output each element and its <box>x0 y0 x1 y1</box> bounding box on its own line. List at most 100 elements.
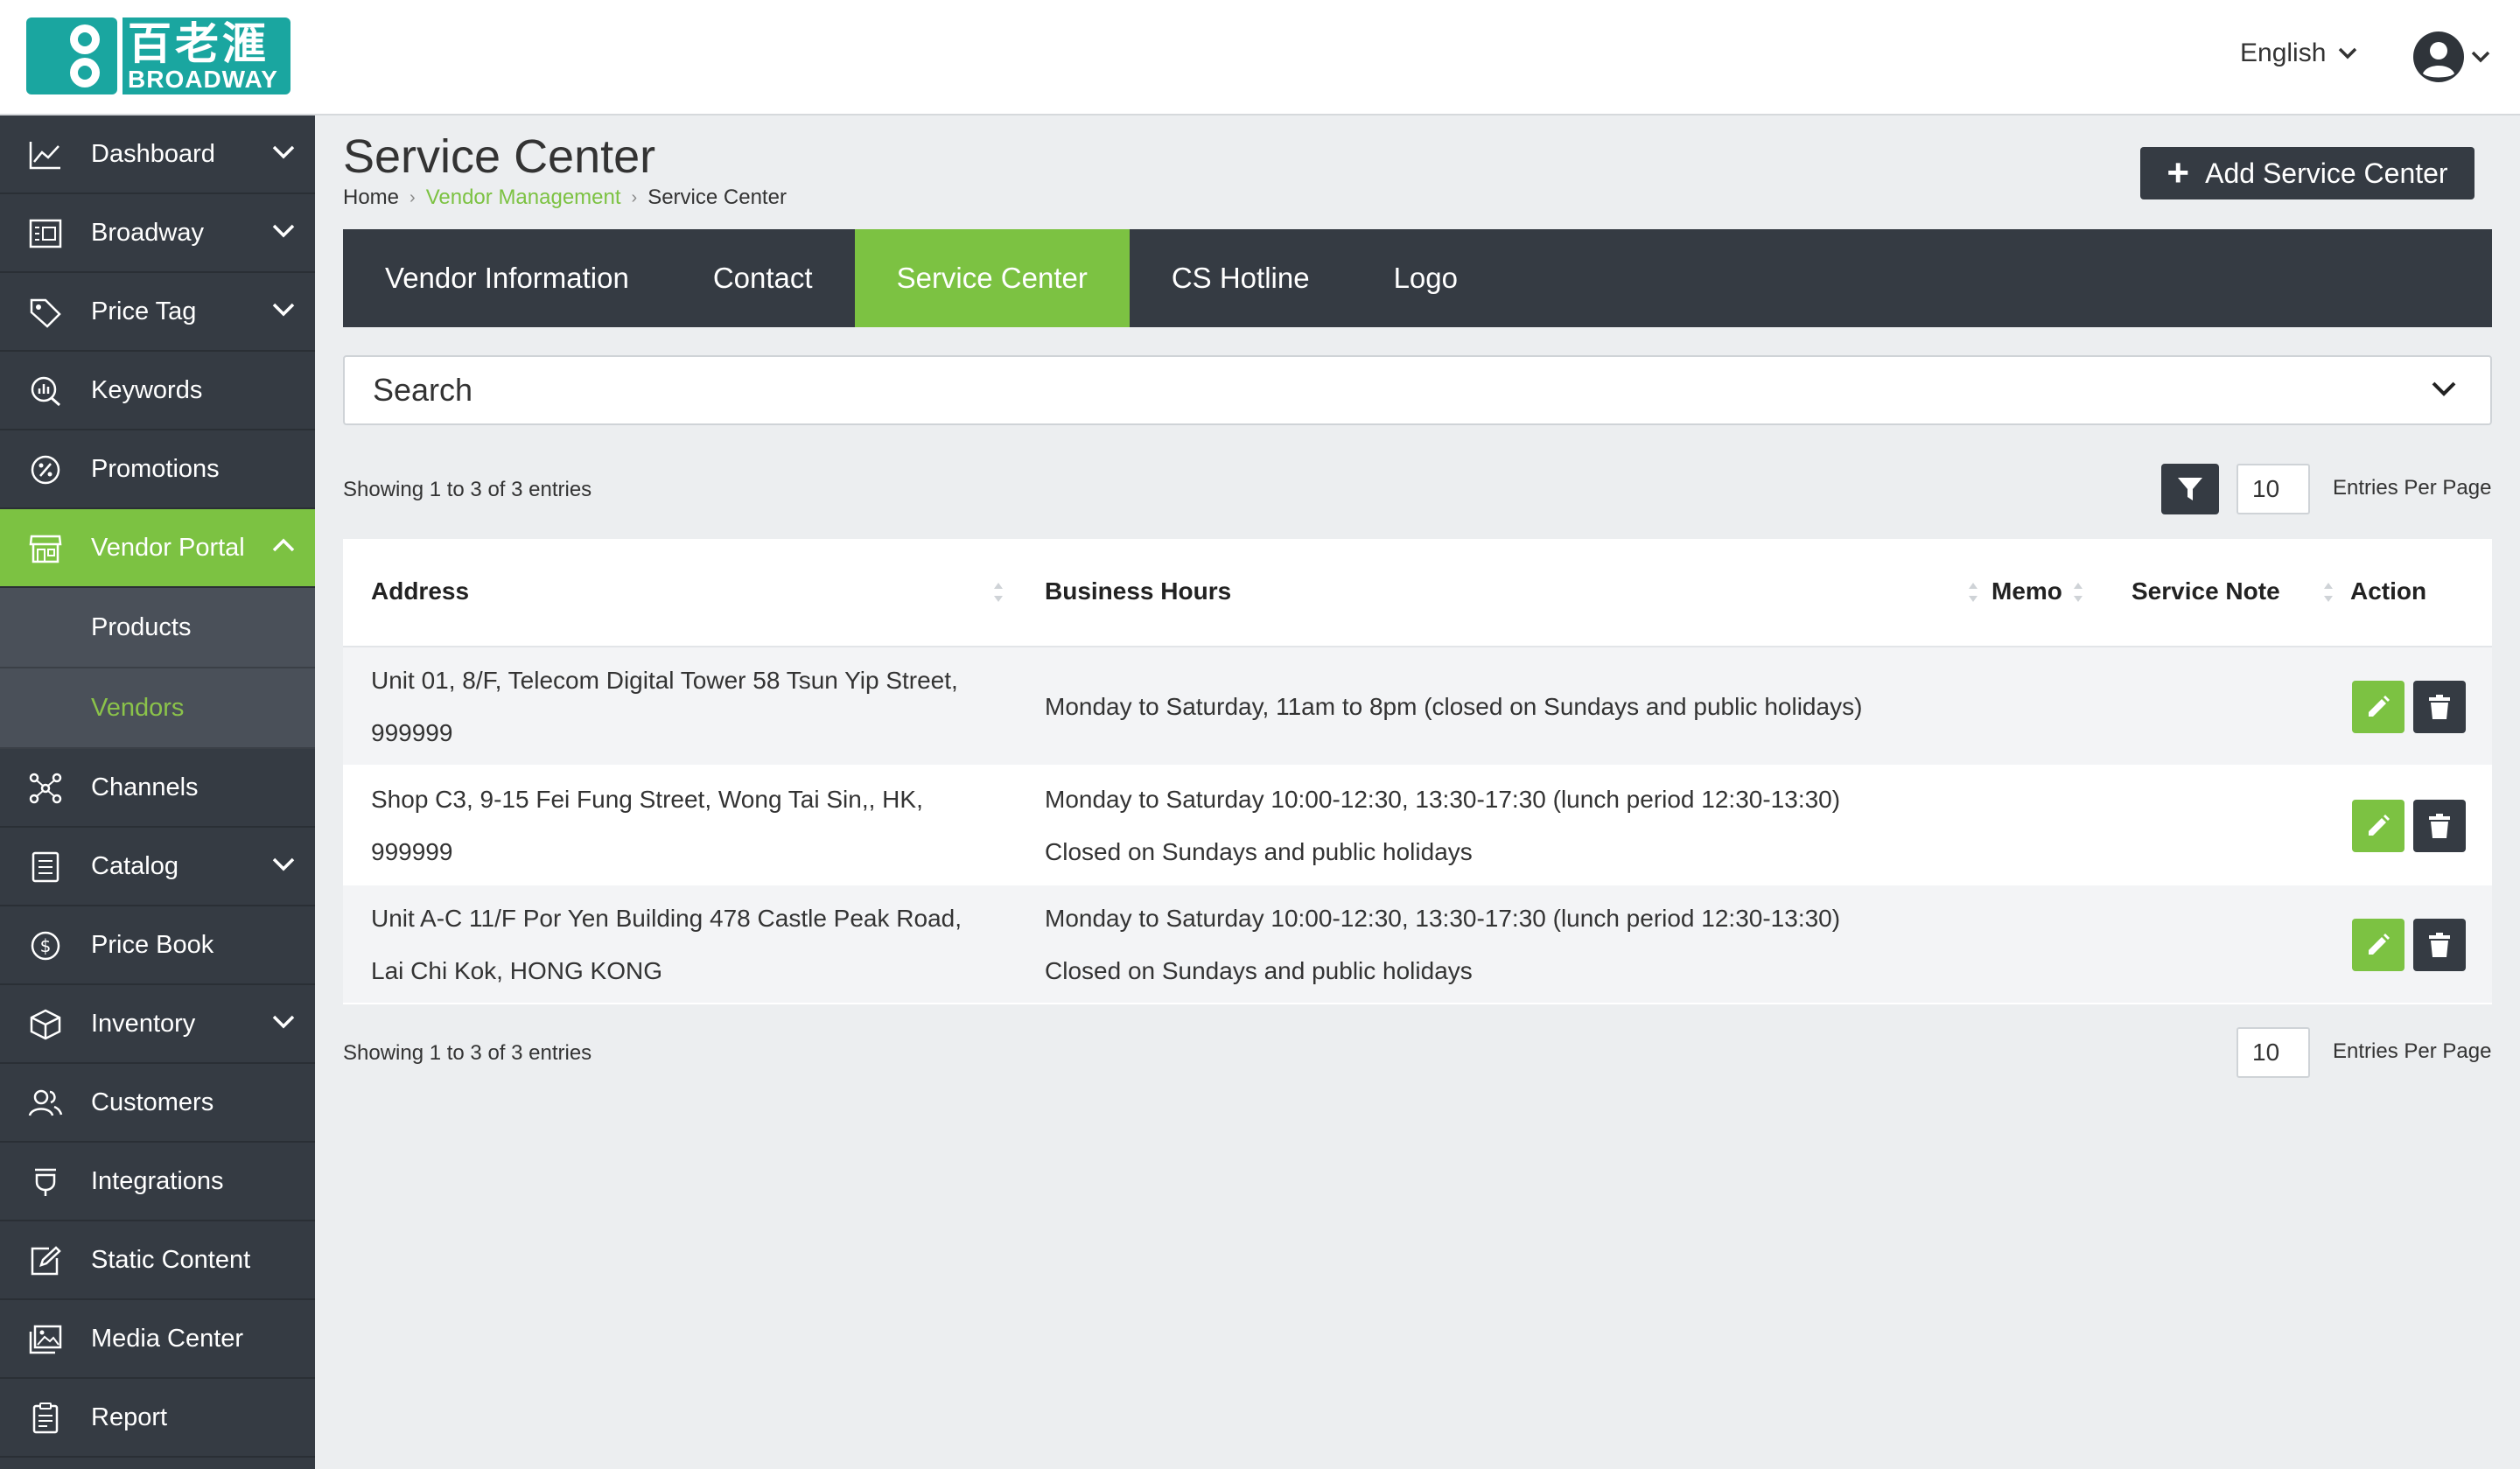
row-actions <box>2352 681 2466 733</box>
chevron-down-icon <box>272 145 295 159</box>
entries-count-top: Showing 1 to 3 of 3 entries <box>343 478 592 501</box>
service-center-table: Address Business Hours Memo Service Note… <box>343 539 2492 1004</box>
filter-button[interactable] <box>2161 464 2219 514</box>
sidebar-item-label: Static Content <box>91 1245 251 1274</box>
cell-business-hours: Monday to Saturday 10:00-12:30, 13:30-17… <box>1045 786 1841 865</box>
sidebar-item-vendor-portal[interactable]: Vendor Portal <box>0 509 315 588</box>
clipboard-icon <box>32 1403 59 1434</box>
breadcrumb: Home › Vendor Management › Service Cente… <box>343 185 787 210</box>
sidebar-item-inventory[interactable]: Inventory <box>0 985 315 1064</box>
breadcrumb-current: Service Center <box>648 185 787 209</box>
sidebar-item-customers[interactable]: Customers <box>0 1064 315 1143</box>
search-panel-toggle[interactable]: Search <box>343 355 2492 425</box>
chevron-down-icon <box>272 857 295 871</box>
users-icon <box>28 1089 63 1116</box>
sidebar-item-broadway[interactable]: Broadway <box>0 194 315 273</box>
tab-logo[interactable]: Logo <box>1352 229 1500 327</box>
chevron-down-icon <box>2471 51 2490 63</box>
entries-per-page-input-top[interactable]: 10 <box>2236 464 2310 514</box>
sidebar: Dashboard Broadway Price Tag Keywords Pr… <box>0 115 315 1469</box>
sidebar-item-integrations[interactable]: Integrations <box>0 1143 315 1221</box>
search-chart-icon <box>31 376 60 407</box>
edit-button[interactable] <box>2352 800 2404 852</box>
sort-icon[interactable] <box>2322 577 2334 607</box>
sidebar-item-price-tag[interactable]: Price Tag <box>0 273 315 352</box>
breadcrumb-vendor-management[interactable]: Vendor Management <box>426 185 621 210</box>
entries-per-page-input-bottom[interactable]: 10 <box>2236 1027 2310 1078</box>
store-icon <box>29 535 62 563</box>
chevron-down-icon <box>2432 381 2456 396</box>
sidebar-item-label: Dashboard <box>91 139 215 168</box>
entries-count-bottom: Showing 1 to 3 of 3 entries <box>343 1041 592 1065</box>
sidebar-item-promotions[interactable]: Promotions <box>0 430 315 509</box>
trash-icon <box>2429 814 2450 838</box>
sidebar-item-channels[interactable]: Channels <box>0 749 315 828</box>
delete-button[interactable] <box>2413 681 2466 733</box>
filter-icon <box>2178 478 2202 500</box>
sidebar-subitem-vendors[interactable]: Vendors <box>0 668 315 749</box>
cell-address: Unit 01, 8/F, Telecom Digital Tower 58 T… <box>371 667 958 746</box>
tab-vendor-information[interactable]: Vendor Information <box>343 229 671 327</box>
page-title: Service Center <box>343 130 656 183</box>
delete-button[interactable] <box>2413 919 2466 971</box>
tab-bar: Vendor Information Contact Service Cente… <box>343 229 2492 327</box>
logo-badge-icon <box>26 17 117 94</box>
tag-icon <box>30 298 61 328</box>
sidebar-item-keywords[interactable]: Keywords <box>0 352 315 430</box>
broadway-logo[interactable]: 百老滙 BROADWAY <box>26 16 290 96</box>
sidebar-item-report[interactable]: Report <box>0 1379 315 1458</box>
cell-address: Unit A-C 11/F Por Yen Building 478 Castl… <box>371 905 962 984</box>
sidebar-item-label: Broadway <box>91 218 204 247</box>
user-menu[interactable] <box>2412 30 2490 84</box>
column-header-service-note[interactable]: Service Note <box>2132 577 2280 605</box>
cell-business-hours: Monday to Saturday 10:00-12:30, 13:30-17… <box>1045 905 1841 984</box>
sidebar-item-label: Report <box>91 1403 168 1431</box>
tab-contact[interactable]: Contact <box>671 229 855 327</box>
pencil-icon <box>2369 815 2390 836</box>
sidebar-item-label: Customers <box>91 1088 214 1116</box>
column-header-action: Action <box>2350 577 2427 605</box>
trash-icon <box>2429 933 2450 957</box>
column-header-memo[interactable]: Memo <box>1992 577 2062 605</box>
entries-per-page-label: Entries Per Page <box>2333 1039 2492 1063</box>
sort-icon[interactable] <box>992 577 1004 607</box>
sidebar-item-label: Vendor Portal <box>91 533 245 562</box>
pencil-icon <box>2369 934 2390 955</box>
breadcrumb-separator-icon: › <box>631 187 638 207</box>
plus-icon: + <box>2166 151 2190 194</box>
sort-icon[interactable] <box>2072 577 2084 607</box>
sidebar-item-dashboard[interactable]: Dashboard <box>0 115 315 194</box>
trash-icon <box>2429 695 2450 719</box>
network-icon <box>29 773 62 804</box>
edit-button[interactable] <box>2352 681 2404 733</box>
sidebar-subitem-products[interactable]: Products <box>0 588 315 668</box>
pencil-icon <box>2369 696 2390 717</box>
add-button-label: Add Service Center <box>2205 157 2448 189</box>
user-avatar-icon <box>2413 31 2464 82</box>
chevron-down-icon <box>272 303 295 317</box>
top-header: 百老滙 BROADWAY English <box>0 0 2520 115</box>
sidebar-item-catalog[interactable]: Catalog <box>0 828 315 906</box>
search-label: Search <box>373 372 473 408</box>
column-header-business-hours[interactable]: Business Hours <box>1045 577 1231 605</box>
chevron-down-icon <box>272 1015 295 1029</box>
chevron-up-icon <box>272 538 295 552</box>
tab-cs-hotline[interactable]: CS Hotline <box>1130 229 1352 327</box>
table-row: Unit A-C 11/F Por Yen Building 478 Castl… <box>343 885 2492 1004</box>
add-service-center-button[interactable]: + Add Service Center <box>2140 147 2474 199</box>
language-selector[interactable]: English <box>2240 38 2357 68</box>
sidebar-item-media-center[interactable]: Media Center <box>0 1300 315 1379</box>
language-label: English <box>2240 38 2327 67</box>
sidebar-item-static-content[interactable]: Static Content <box>0 1221 315 1300</box>
tab-service-center[interactable]: Service Center <box>854 229 1130 327</box>
column-header-address[interactable]: Address <box>371 577 469 605</box>
sort-icon[interactable] <box>1967 577 1979 607</box>
table-row: Unit 01, 8/F, Telecom Digital Tower 58 T… <box>343 647 2492 766</box>
sidebar-item-label: Catalog <box>91 851 178 880</box>
sidebar-item-price-book[interactable]: $ Price Book <box>0 906 315 985</box>
delete-button[interactable] <box>2413 800 2466 852</box>
dollar-icon: $ <box>31 931 60 961</box>
edit-button[interactable] <box>2352 919 2404 971</box>
breadcrumb-home[interactable]: Home <box>343 185 399 210</box>
cell-business-hours: Monday to Saturday, 11am to 8pm (closed … <box>1045 693 1863 720</box>
